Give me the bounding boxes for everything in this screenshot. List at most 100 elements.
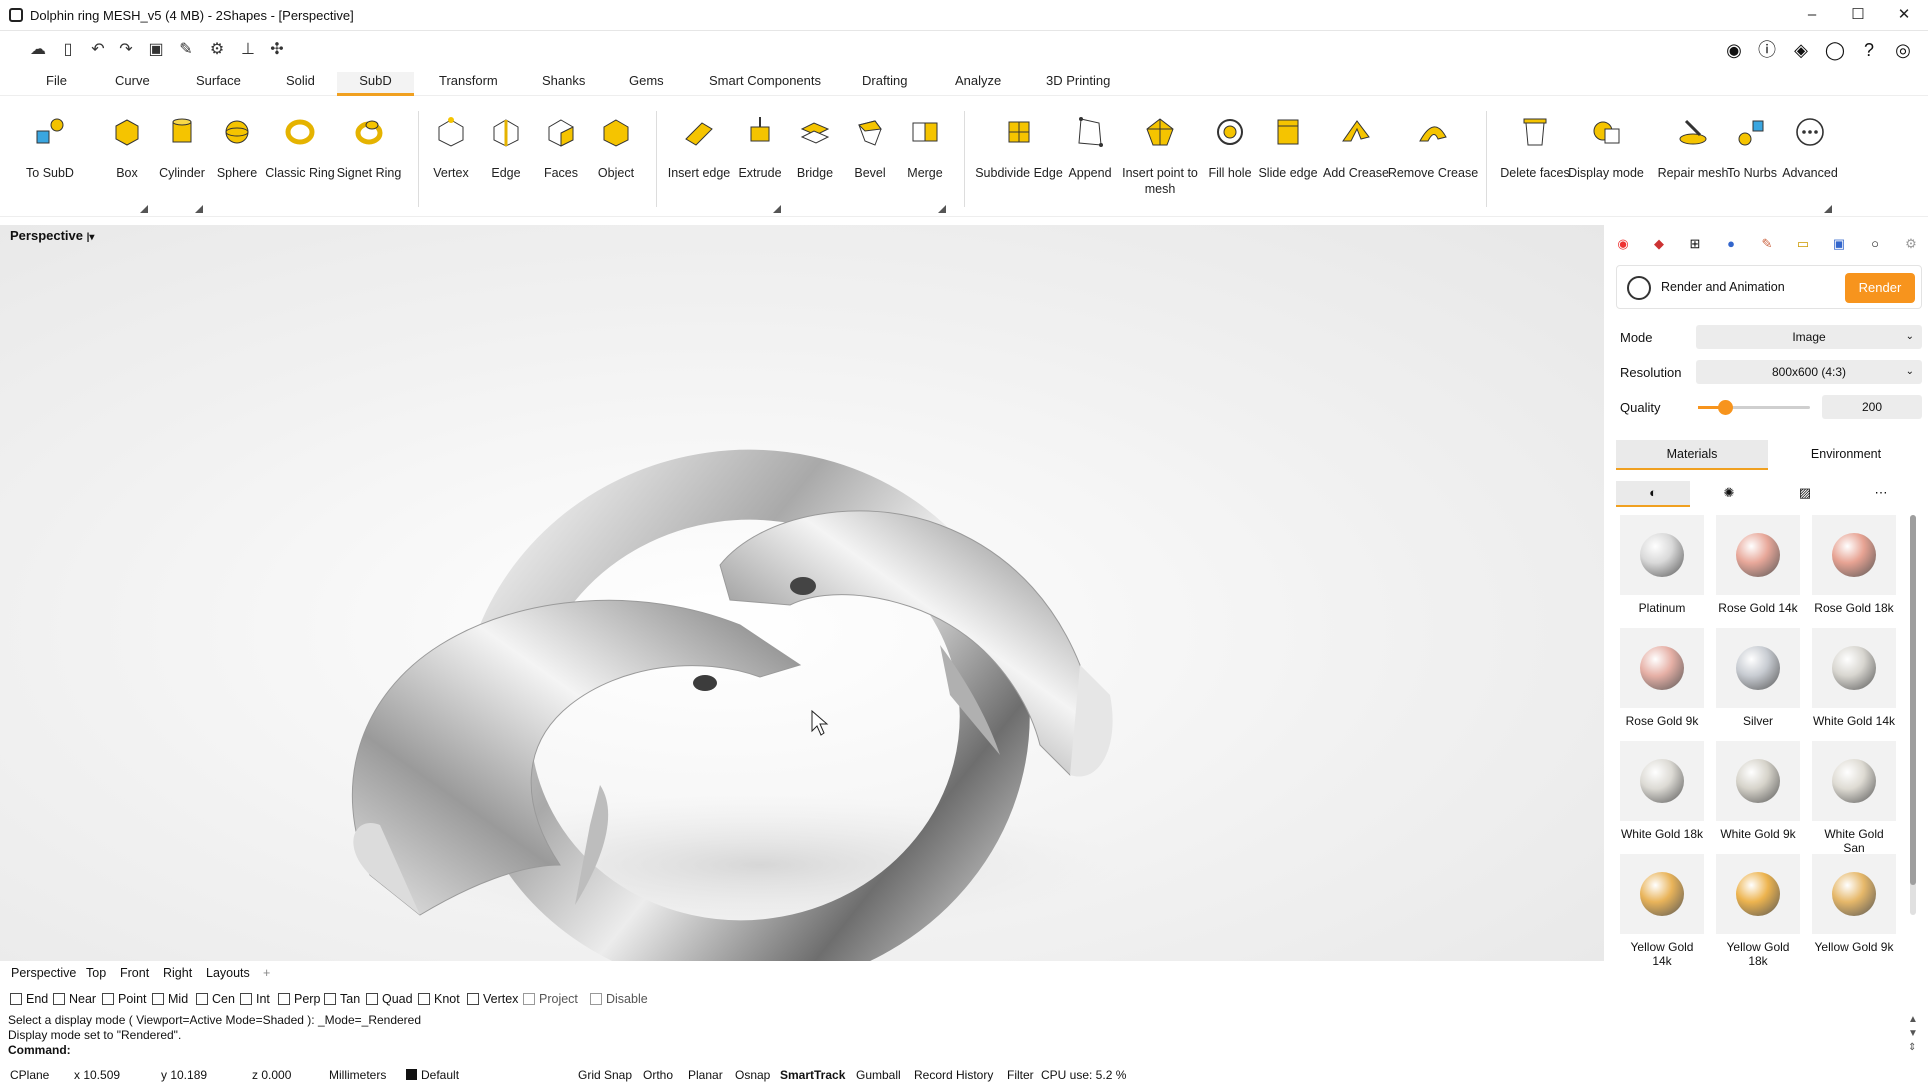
tab-file[interactable]: File — [42, 72, 71, 96]
tool-merge[interactable]: Merge — [890, 105, 960, 215]
viewport-perspective[interactable] — [0, 225, 1604, 991]
material-swatch[interactable]: Platinum — [1620, 515, 1704, 619]
checkbox[interactable] — [196, 993, 208, 1005]
tab-right[interactable]: Right — [163, 966, 192, 980]
tab-smart-components[interactable]: Smart Components — [705, 72, 825, 96]
tab-perspective[interactable]: Perspective — [11, 966, 76, 980]
tab-front[interactable]: Front — [120, 966, 149, 980]
maximize-button[interactable]: ☐ — [1843, 4, 1873, 26]
quality-input[interactable]: 200 — [1822, 395, 1922, 419]
materials-scrollbar-thumb[interactable] — [1910, 515, 1916, 885]
checkbox[interactable] — [102, 993, 114, 1005]
minimize-button[interactable]: – — [1797, 4, 1827, 26]
command-prompt[interactable]: Command: — [8, 1043, 1598, 1058]
measure-icon[interactable]: ⊥ — [238, 40, 258, 60]
paint-icon[interactable]: ✎ — [1758, 235, 1776, 253]
material-swatch[interactable]: White Gold 14k — [1812, 628, 1896, 732]
chat-icon[interactable]: ◯ — [1823, 38, 1847, 62]
checkbox[interactable] — [418, 993, 430, 1005]
tool-display-mode[interactable]: Display mode — [1563, 105, 1649, 215]
gumball-toggle[interactable]: Gumball — [856, 1068, 901, 1082]
tab-gems[interactable]: Gems — [625, 72, 668, 96]
osnap-toggle[interactable]: Osnap — [735, 1068, 770, 1082]
checkbox[interactable] — [467, 993, 479, 1005]
undo-icon[interactable]: ↶ — [88, 40, 108, 60]
material-swatch[interactable]: White Gold 9k — [1716, 741, 1800, 845]
tab-curve[interactable]: Curve — [111, 72, 154, 96]
material-swatch[interactable]: White Gold 18k — [1620, 741, 1704, 845]
material-swatch[interactable]: Rose Gold 14k — [1716, 515, 1800, 619]
render-button[interactable]: Render — [1845, 273, 1915, 303]
osnap-int[interactable]: Int — [240, 992, 270, 1006]
folder-icon[interactable]: ▭ — [1794, 235, 1812, 253]
tab-analyze[interactable]: Analyze — [951, 72, 1005, 96]
viewport-title[interactable]: Perspective |▾ — [0, 224, 100, 246]
checkbox[interactable] — [152, 993, 164, 1005]
tool-subdivide-edge[interactable]: Subdivide Edge — [975, 105, 1063, 215]
tool-insert-point-to-mesh[interactable]: Insert point to mesh — [1118, 105, 1202, 215]
command-scroll[interactable]: ▲ ▼ ⇕ — [1908, 1013, 1918, 1055]
mode-select[interactable]: Image ⌄ — [1696, 325, 1922, 349]
material-sphere-icon[interactable]: ◐ — [1616, 481, 1690, 507]
tool-remove-crease[interactable]: Remove Crease — [1387, 105, 1479, 215]
osnap-project[interactable]: Project — [523, 992, 578, 1006]
checkbox[interactable] — [10, 993, 22, 1005]
checkbox[interactable] — [366, 993, 378, 1005]
render-icon[interactable]: ● — [1722, 235, 1740, 253]
tab-subd[interactable]: SubD — [337, 72, 414, 96]
tab-solid[interactable]: Solid — [282, 72, 319, 96]
account-icon[interactable]: ◎ — [1891, 38, 1915, 62]
material-swatch[interactable]: White Gold San — [1812, 741, 1896, 855]
material-swatch[interactable]: Rose Gold 18k — [1812, 515, 1896, 619]
close-button[interactable]: ✕ — [1889, 4, 1919, 26]
info-icon[interactable]: ⓘ — [1755, 38, 1779, 62]
more-icon[interactable]: ⋯ — [1844, 481, 1918, 507]
advanced-caret-icon[interactable] — [1824, 205, 1832, 213]
image-icon[interactable]: ▣ — [1830, 235, 1848, 253]
texture-icon[interactable]: ▨ — [1768, 481, 1842, 507]
osnap-mid[interactable]: Mid — [152, 992, 188, 1006]
tool-append[interactable]: Append — [1055, 105, 1125, 215]
material-swatch[interactable]: Rose Gold 9k — [1620, 628, 1704, 732]
color-wheel-icon[interactable]: ◉ — [1614, 235, 1632, 253]
osnap-disable[interactable]: Disable — [590, 992, 648, 1006]
osnap-perp[interactable]: Perp — [278, 992, 320, 1006]
tool-advanced[interactable]: Advanced — [1775, 105, 1845, 215]
tab-drafting[interactable]: Drafting — [858, 72, 912, 96]
pin-icon[interactable]: ✣ — [267, 40, 287, 60]
tab-top[interactable]: Top — [86, 966, 106, 980]
tool-slide-edge[interactable]: Slide edge — [1253, 105, 1323, 215]
tool-signet-ring[interactable]: Signet Ring — [333, 105, 405, 215]
cplane-label[interactable]: CPlane — [10, 1068, 49, 1082]
quality-slider-handle[interactable] — [1717, 400, 1733, 415]
ortho-toggle[interactable]: Ortho — [643, 1068, 673, 1082]
settings-icon[interactable]: ⚙ — [1902, 235, 1920, 253]
checkbox[interactable] — [240, 993, 252, 1005]
cloud-icon[interactable]: ☁ — [28, 40, 48, 60]
tool-delete-faces[interactable]: Delete faces — [1498, 105, 1572, 215]
sketch-icon[interactable]: ✎ — [176, 40, 196, 60]
gem-icon[interactable]: ✺ — [1692, 481, 1766, 507]
osnap-quad[interactable]: Quad — [366, 992, 413, 1006]
circle-icon[interactable]: ○ — [1866, 235, 1884, 253]
osnap-knot[interactable]: Knot — [418, 992, 460, 1006]
osnap-near[interactable]: Near — [53, 992, 96, 1006]
tree-icon[interactable]: ⊞ — [1686, 235, 1704, 253]
tab-environment[interactable]: Environment — [1770, 440, 1922, 470]
tab-surface[interactable]: Surface — [192, 72, 245, 96]
osnap-end[interactable]: End — [10, 992, 48, 1006]
help-icon[interactable]: ? — [1857, 38, 1881, 62]
tab-shanks[interactable]: Shanks — [538, 72, 589, 96]
tool-sphere[interactable]: Sphere — [202, 105, 272, 215]
tool-to-subd[interactable]: To SubD — [15, 105, 85, 215]
layer-name[interactable]: Default — [421, 1068, 459, 1082]
osnap-vertex[interactable]: Vertex — [467, 992, 518, 1006]
tab-transform[interactable]: Transform — [435, 72, 502, 96]
osnap-tan[interactable]: Tan — [324, 992, 360, 1006]
merge-caret-icon[interactable] — [938, 205, 946, 213]
tab-3d-printing[interactable]: 3D Printing — [1042, 72, 1114, 96]
grid-snap-toggle[interactable]: Grid Snap — [578, 1068, 632, 1082]
add-tab-button[interactable]: + — [263, 966, 270, 980]
filter-toggle[interactable]: Filter — [1007, 1068, 1034, 1082]
smarttrack-toggle[interactable]: SmartTrack — [780, 1068, 845, 1082]
